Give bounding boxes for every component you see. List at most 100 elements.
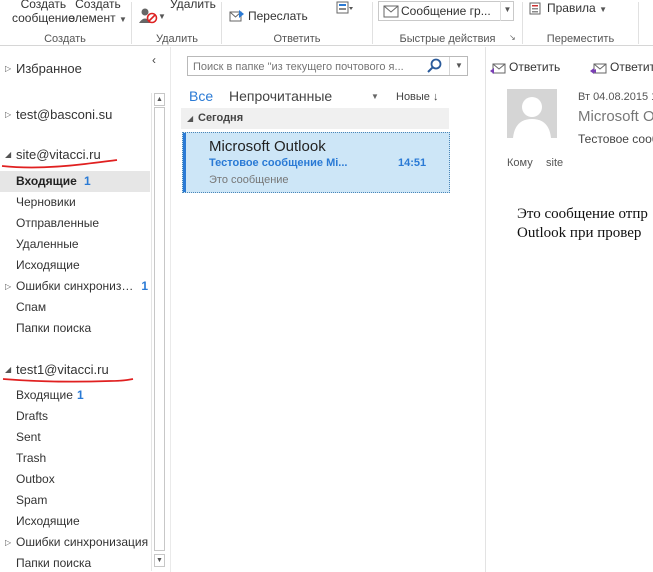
scroll-down-icon[interactable]: ▼ <box>154 554 165 567</box>
ignore-icon[interactable] <box>138 6 160 24</box>
new-message-label-1: Создать <box>20 0 67 11</box>
folder-item-sent[interactable]: Sent <box>0 427 150 448</box>
quick-steps-gallery[interactable]: Сообщение гр... ▼ <box>378 1 514 21</box>
favorites-label: Избранное <box>16 61 82 76</box>
folder-item-deleted[interactable]: Удаленные <box>0 234 150 255</box>
rules-button[interactable]: Правила ▼ <box>547 1 607 15</box>
folder-label: Outbox <box>16 472 55 486</box>
expand-triangle-icon[interactable]: ▷ <box>5 532 11 553</box>
folder-item-spam[interactable]: Спам <box>0 297 150 318</box>
message-body: Это сообщение отпр Outlook при провер <box>517 205 653 243</box>
folder-label: Drafts <box>16 409 49 423</box>
message-preview: Это сообщение <box>209 174 289 186</box>
folder-item-inbox[interactable]: Входящие 1 <box>0 171 150 192</box>
expand-triangle-icon[interactable]: ▷ <box>5 104 11 126</box>
folder-label: Trash <box>16 451 47 465</box>
scroll-up-icon[interactable]: ▲ <box>154 93 165 106</box>
new-item-button[interactable]: Создать элемент ▼ <box>69 0 127 27</box>
message-sender[interactable]: Microsoft Outl <box>578 108 653 125</box>
forward-icon <box>229 10 244 22</box>
filter-all-tab[interactable]: Все <box>189 88 213 104</box>
group-label-create: Создать <box>44 33 86 45</box>
chevron-down-icon: ▼ <box>599 5 607 14</box>
more-respond-icon[interactable] <box>336 1 354 17</box>
reading-pane: Ответить Ответить Вт 04.08.2015 1 Micros… <box>487 47 653 572</box>
account-test-basconi[interactable]: ▷ test@basconi.su <box>0 104 150 126</box>
folder-label: Спам <box>16 300 47 314</box>
folder-label: Черновики <box>16 195 76 209</box>
sort-label: Новые <box>396 91 430 103</box>
new-message-label-2: сообщение <box>12 11 75 25</box>
reply-all-label: Ответить <box>610 60 653 74</box>
new-item-label-2: элемент <box>69 11 116 25</box>
folder-label: Папки поиска <box>16 556 92 570</box>
annotation-underline <box>1 159 118 169</box>
to-recipient[interactable]: site <box>546 157 563 169</box>
message-subject: Тестовое сооб <box>578 132 653 146</box>
chevron-down-icon[interactable]: ▼ <box>449 57 468 75</box>
folder-item-sync-errors[interactable]: ▷ Ошибки синхронизация 1 <box>0 276 150 297</box>
search-box[interactable]: ▼ <box>187 56 468 76</box>
ribbon-divider <box>638 2 639 44</box>
chevron-down-icon[interactable]: ▼ <box>500 1 514 21</box>
chevron-down-icon[interactable]: ▼ <box>158 12 166 21</box>
folder-label: Исходящие <box>16 258 80 272</box>
body-line: Outlook при провер <box>517 225 642 241</box>
folder-label: Удаленные <box>16 237 79 251</box>
group-label-move: Переместить <box>546 33 615 45</box>
folder-item-search-folders[interactable]: Папки поиска <box>0 553 150 572</box>
message-time: 14:51 <box>398 157 427 169</box>
message-list-item[interactable]: Microsoft Outlook Тестовое сообщение Mi.… <box>182 132 450 193</box>
expand-triangle-icon[interactable]: ▷ <box>5 276 11 297</box>
favorites-header[interactable]: ▷ Избранное <box>0 58 150 80</box>
search-icon[interactable] <box>426 58 444 74</box>
message-subject: Тестовое сообщение Mi... <box>209 157 348 169</box>
folder-label: Папки поиска <box>16 321 92 335</box>
avatar <box>507 89 557 138</box>
chevron-down-icon[interactable]: ▼ <box>371 92 379 101</box>
folder-label: Ошибки синхронизация <box>16 535 148 549</box>
filter-unread-tab[interactable]: Непрочитанные <box>229 88 332 104</box>
folder-pane: ‹ ▷ Избранное ▷ test@basconi.su ◢ site@v… <box>0 47 168 572</box>
folder-item-outgoing[interactable]: Исходящие <box>0 511 150 532</box>
expand-triangle-icon[interactable]: ▷ <box>5 58 11 80</box>
folder-item-inbox[interactable]: Входящие 1 <box>0 385 150 406</box>
search-input[interactable] <box>193 59 421 74</box>
ribbon-group-delete: ▼ Удалить Удалить <box>132 0 222 46</box>
reply-all-button[interactable]: Ответить <box>590 60 653 74</box>
pane-divider[interactable] <box>485 47 486 572</box>
ribbon-group-create: Создать сообщение Создать элемент ▼ Созд… <box>0 0 130 46</box>
quick-step-label: Сообщение гр... <box>401 4 491 18</box>
collapse-triangle-icon[interactable]: ◢ <box>187 108 193 129</box>
folder-item-trash[interactable]: Trash <box>0 448 150 469</box>
folder-label: Ошибки синхронизация <box>16 279 134 293</box>
delete-button[interactable]: Удалить <box>170 0 216 11</box>
folder-item-sent[interactable]: Отправленные <box>0 213 150 234</box>
folder-item-sync-errors[interactable]: ▷ Ошибки синхронизация <box>0 532 150 553</box>
collapse-pane-icon[interactable]: ‹ <box>152 53 156 67</box>
scrollbar-thumb[interactable] <box>154 107 165 551</box>
folder-scrollbar[interactable]: ▲ ▼ <box>151 93 166 571</box>
folder-item-drafts[interactable]: Черновики <box>0 192 150 213</box>
folder-item-search-folders[interactable]: Папки поиска <box>0 318 150 339</box>
reply-button[interactable]: Ответить <box>490 60 560 74</box>
folder-item-outbox[interactable]: Исходящие <box>0 255 150 276</box>
annotation-underline <box>2 378 134 383</box>
folder-label: Sent <box>16 430 41 444</box>
folder-item-outbox[interactable]: Outbox <box>0 469 150 490</box>
folder-label: Исходящие <box>16 514 80 528</box>
account-label: test@basconi.su <box>16 107 113 122</box>
folder-item-drafts[interactable]: Drafts <box>0 406 150 427</box>
new-message-button[interactable]: Создать сообщение <box>12 0 75 25</box>
folder-label: Входящие <box>16 388 73 402</box>
folder-item-spam[interactable]: Spam <box>0 490 150 511</box>
to-label: Кому <box>507 157 533 169</box>
group-header-today[interactable]: ◢ Сегодня <box>181 108 449 129</box>
forward-button[interactable]: Переслать <box>248 9 308 23</box>
group-label-respond: Ответить <box>273 33 321 45</box>
ribbon-group-quick-steps: Сообщение гр... ▼ Быстрые действия ↘ <box>373 0 522 46</box>
sort-button[interactable]: Новые ↓ <box>396 91 439 103</box>
rules-label: Правила <box>547 1 596 15</box>
body-line: Это сообщение отпр <box>517 206 648 222</box>
dialog-launcher-icon[interactable]: ↘ <box>509 33 516 42</box>
